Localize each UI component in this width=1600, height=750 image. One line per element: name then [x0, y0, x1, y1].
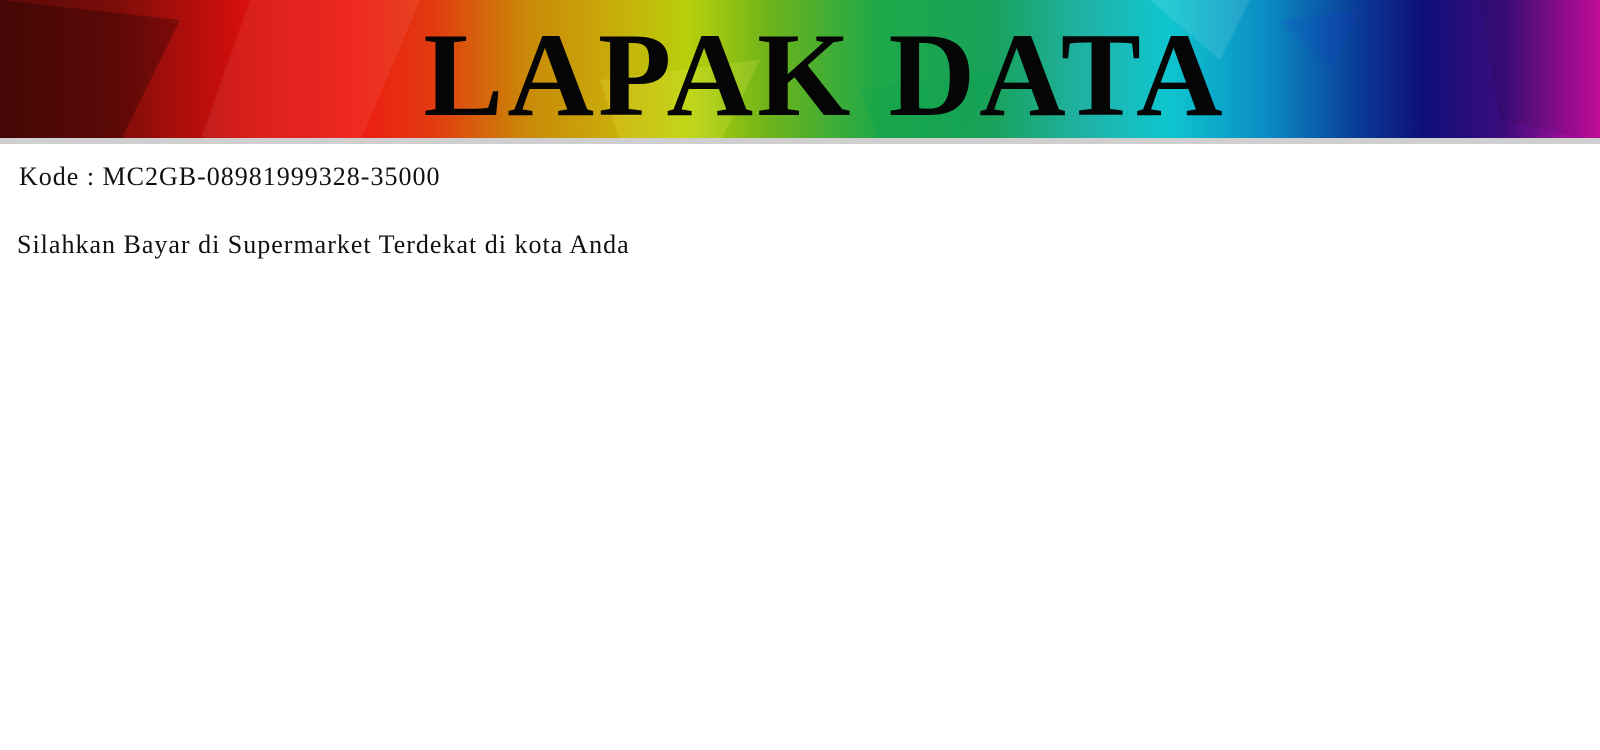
site-title: LAPAK DATA: [423, 8, 1227, 141]
header-divider: [0, 138, 1600, 144]
main-content: Kode : MC2GB-08981999328-35000 Silahkan …: [0, 162, 1600, 260]
kode-value: MC2GB-08981999328-35000: [102, 162, 441, 191]
header-banner: LAPAK DATA: [0, 0, 1600, 142]
kode-line: Kode : MC2GB-08981999328-35000: [19, 162, 1600, 192]
payment-instruction: Silahkan Bayar di Supermarket Terdekat d…: [17, 230, 630, 259]
kode-label: Kode :: [19, 162, 96, 191]
